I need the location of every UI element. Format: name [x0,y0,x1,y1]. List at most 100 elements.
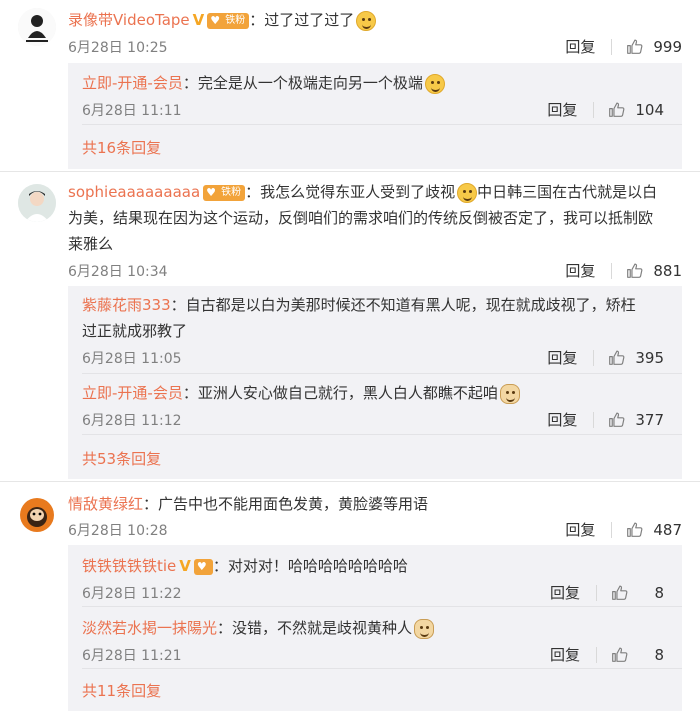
reply-username[interactable]: 立即-开通-会员 [82,384,183,402]
reply-item: 铁铁铁铁铁tieV ：对对对！哈哈哈哈哈哈哈哈 6月28日 11:22 回复 8 [82,553,664,602]
thumbs-up-icon[interactable] [608,349,625,366]
more-replies-link[interactable]: 共53条回复 [82,448,161,469]
comment-actions: 回复 881 [565,260,682,281]
comment-body-line1b: 中日韩三国在古代就是以白 [477,183,658,201]
reply-timestamp: 6月28日 11:05 [82,351,182,367]
reply-box: 铁铁铁铁铁tieV：对对对！哈哈哈哈哈哈哈哈 6月28日 11:22 回复 8 … [68,545,682,711]
reply-actions: 回复 8 [550,644,664,665]
reply-body: ：完全是从一个极端走向另一个极端 [182,74,423,92]
verified-v-icon: V [179,557,191,575]
reply-button[interactable]: 回复 [550,644,580,665]
thumbs-up-icon[interactable] [611,646,628,663]
reply-username[interactable]: 淡然若水掲一抹陽光 [82,619,217,637]
reply-actions: 回复 104 [547,99,664,120]
reply-username[interactable]: 立即-开通-会员 [82,74,183,92]
reply-username[interactable]: 铁铁铁铁铁tie [82,557,176,575]
reply-body-line2: 过正就成邪教了 [82,322,188,340]
divider [611,38,613,55]
comment-actions: 回复 999 [565,36,682,57]
reply-divider [82,606,682,607]
reply-body-line1: ：自古都是以白为美那时候还不知道有黑人呢，现在就成歧视了，矫枉 [170,296,636,314]
reply-button[interactable]: 回复 [565,36,595,57]
reply-timestamp: 6月28日 11:12 [82,413,182,429]
reply-box: 立即-开通-会员：完全是从一个极端走向另一个极端 6月28日 11:11 回复 … [68,63,682,169]
like-count: 104 [635,100,664,119]
reply-item: 立即-开通-会员：亚洲人安心做自己就行，黑人白人都瞧不起咱 6月28日 11:1… [82,380,664,429]
thumbs-up-icon[interactable] [626,262,643,279]
avatar[interactable] [18,8,56,46]
reply-divider [82,373,682,374]
reply-button[interactable]: 回复 [547,409,577,430]
username[interactable]: sophieaaaaaaaaa [68,183,200,201]
username[interactable]: 情敌黄绿红 [68,495,143,513]
timestamp: 6月28日 10:25 [68,40,168,56]
divider [593,101,595,118]
divider [593,411,595,428]
like-count: 487 [653,520,682,539]
comment-1: 录像带VideoTapeV铁粉：过了过了过了 6月28日 10:25 回复 99… [0,0,700,172]
thumbs-up-icon[interactable] [608,411,625,428]
reply-item: 立即-开通-会员：完全是从一个极端走向另一个极端 6月28日 11:11 回复 … [82,70,664,119]
fan-badge: 铁粉 [207,12,250,29]
comment-3: 情敌黄绿红：广告中也不能用面色发黄，黄脸婆等用语 6月28日 10:28 回复 … [0,482,700,721]
avatar[interactable] [18,184,56,222]
comment-body: ：过了过了过了 [249,11,355,29]
dog-emoji-icon [499,383,520,404]
reply-button[interactable]: 回复 [550,582,580,603]
like-count: 377 [635,410,664,429]
thumbs-up-icon[interactable] [626,521,643,538]
reply-button[interactable]: 回复 [547,99,577,120]
reply-timestamp: 6月28日 11:21 [82,648,182,664]
dog-emoji-icon [414,618,435,639]
shush-emoji-icon [356,10,377,31]
timestamp: 6月28日 10:28 [68,523,168,539]
avatar[interactable] [18,496,56,534]
reply-divider [82,668,682,669]
divider [596,646,597,663]
laughing-emoji-icon [457,182,478,203]
like-count: 8 [654,645,664,664]
reply-timestamp: 6月28日 11:11 [82,103,182,119]
comment-body: ：广告中也不能用面色发黄，黄脸婆等用语 [143,495,429,513]
comment-body-line3: 莱雅么 [68,235,114,253]
reply-body: ：对对对！哈哈哈哈哈哈哈哈 [212,557,408,575]
divider [596,584,597,601]
divider [611,262,613,279]
reply-body: ：没错，不然就是歧视黄种人 [217,619,413,637]
reply-item: 淡然若水掲一抹陽光：没错，不然就是歧视黄种人 6月28日 11:21 回复 8 [82,615,664,664]
more-replies-link[interactable]: 共16条回复 [82,137,161,158]
timestamp: 6月28日 10:34 [68,264,168,280]
fan-badge: 铁粉 [203,184,246,201]
divider [611,521,613,538]
like-count: 881 [653,261,682,280]
more-replies-link[interactable]: 共11条回复 [82,680,161,701]
reply-button[interactable]: 回复 [565,260,595,281]
comment-body-line1: ：我怎么觉得东亚人受到了歧视 [245,183,456,201]
like-count: 395 [635,348,664,367]
reply-button[interactable]: 回复 [547,347,577,368]
comment-2: sophieaaaaaaaaa铁粉：我怎么觉得东亚人受到了歧视 中日韩三国在古代就… [0,172,700,482]
divider [593,349,595,366]
thumbs-up-icon[interactable] [608,101,625,118]
thumbs-up-icon[interactable] [611,584,628,601]
comment-actions: 回复 487 [565,519,682,540]
reply-username[interactable]: 紫藤花雨333 [82,296,171,314]
fan-badge [193,558,213,575]
thumbs-up-icon[interactable] [626,38,643,55]
reply-item: 紫藤花雨333：自古都是以白为美那时候还不知道有黑人呢，现在就成歧视了，矫枉 过… [82,292,664,367]
reply-button[interactable]: 回复 [565,519,595,540]
verified-v-icon: V [192,11,205,29]
username[interactable]: 录像带VideoTape [68,11,190,29]
reply-timestamp: 6月28日 11:22 [82,586,182,602]
reply-divider [82,124,682,125]
reply-box: 紫藤花雨333：自古都是以白为美那时候还不知道有黑人呢，现在就成歧视了，矫枉 过… [68,286,682,479]
reply-divider [82,434,682,435]
reply-actions: 回复 395 [547,347,664,368]
comment-text: sophieaaaaaaaaa铁粉：我怎么觉得东亚人受到了歧视 中日韩三国在古代就… [68,179,682,257]
like-count: 999 [653,37,682,56]
reply-actions: 回复 8 [550,582,664,603]
like-count: 8 [654,583,664,602]
reply-body: ：亚洲人安心做自己就行，黑人白人都瞧不起咱 [182,384,498,402]
reply-actions: 回复 377 [547,409,664,430]
comment-text: 情敌黄绿红：广告中也不能用面色发黄，黄脸婆等用语 [68,491,682,517]
